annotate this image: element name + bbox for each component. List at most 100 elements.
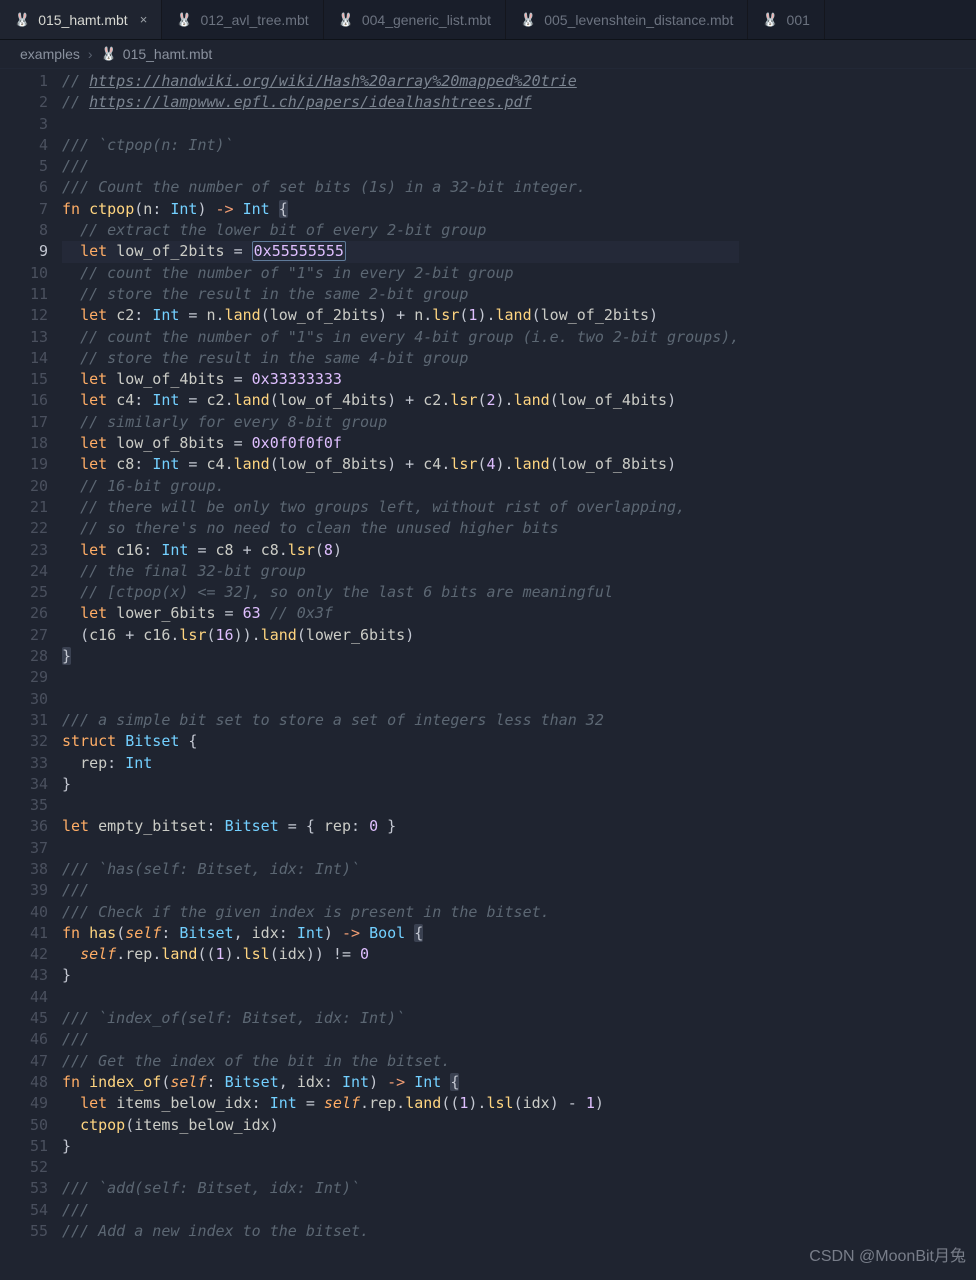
line-number: 8 (14, 220, 48, 241)
code-line[interactable]: // store the result in the same 2-bit gr… (62, 284, 739, 305)
code-line[interactable] (62, 667, 739, 688)
code-line[interactable]: let c16: Int = c8 + c8.lsr(8) (62, 540, 739, 561)
code-line[interactable]: /// `ctpop(n: Int)` (62, 135, 739, 156)
code-line[interactable] (62, 838, 739, 859)
code-line[interactable]: // https://lampwww.epfl.ch/papers/idealh… (62, 92, 739, 113)
comment: /// Count the number of set bits (1s) in… (62, 178, 586, 196)
code-line[interactable]: } (62, 774, 739, 795)
code-line[interactable]: struct Bitset { (62, 731, 739, 752)
code-line[interactable]: // https://handwiki.org/wiki/Hash%20arra… (62, 71, 739, 92)
code-line[interactable]: /// Get the index of the bit in the bits… (62, 1051, 739, 1072)
line-number: 16 (14, 390, 48, 411)
comment: // count the number of "1"s in every 2-b… (80, 264, 513, 282)
close-icon[interactable]: × (140, 12, 148, 27)
code-line[interactable] (62, 1157, 739, 1178)
code-line[interactable]: // extract the lower bit of every 2-bit … (62, 220, 739, 241)
code-line[interactable]: fn ctpop(n: Int) -> Int { (62, 199, 739, 220)
line-number: 25 (14, 582, 48, 603)
code-line[interactable]: // there will be only two groups left, w… (62, 497, 739, 518)
line-number: 17 (14, 412, 48, 433)
code-line[interactable]: // similarly for every 8-bit group (62, 412, 739, 433)
comment: // store the result in the same 4-bit gr… (80, 349, 468, 367)
code-line[interactable] (62, 114, 739, 135)
line-number: 36 (14, 816, 48, 837)
line-number: 42 (14, 944, 48, 965)
line-number: 51 (14, 1136, 48, 1157)
code-line[interactable] (62, 795, 739, 816)
code-line[interactable]: let c8: Int = c4.land(low_of_8bits) + c4… (62, 454, 739, 475)
code-line[interactable]: /// (62, 1029, 739, 1050)
line-number: 31 (14, 710, 48, 731)
tab-015-hamt-mbt[interactable]: 🐰015_hamt.mbt× (0, 0, 162, 39)
tab-label: 015_hamt.mbt (38, 12, 128, 28)
code-line[interactable]: fn has(self: Bitset, idx: Int) -> Bool { (62, 923, 739, 944)
comment: /// Add a new index to the bitset. (62, 1222, 369, 1240)
comment: /// `has(self: Bitset, idx: Int)` (62, 860, 360, 878)
line-number: 1 (14, 71, 48, 92)
code-line[interactable]: self.rep.land((1).lsl(idx)) != 0 (62, 944, 739, 965)
line-number: 9 (14, 241, 48, 262)
code-line[interactable]: ctpop(items_below_idx) (62, 1115, 739, 1136)
code-line[interactable]: let lower_6bits = 63 // 0x3f (62, 603, 739, 624)
code-line[interactable]: // count the number of "1"s in every 4-b… (62, 327, 739, 348)
code-line[interactable]: let c4: Int = c2.land(low_of_4bits) + c2… (62, 390, 739, 411)
tab-005-levenshtein-distance-mbt[interactable]: 🐰005_levenshtein_distance.mbt (506, 0, 748, 39)
code-line[interactable]: /// (62, 1200, 739, 1221)
line-number: 39 (14, 880, 48, 901)
function-name: has (89, 924, 116, 942)
file-icon: 🐰 (762, 12, 778, 28)
code-line[interactable]: // the final 32-bit group (62, 561, 739, 582)
breadcrumb-folder[interactable]: examples (20, 46, 80, 62)
code-line[interactable]: let low_of_8bits = 0x0f0f0f0f (62, 433, 739, 454)
code-line[interactable]: /// Count the number of set bits (1s) in… (62, 177, 739, 198)
code-line[interactable]: /// a simple bit set to store a set of i… (62, 710, 739, 731)
line-number: 11 (14, 284, 48, 305)
tab-012-avl-tree-mbt[interactable]: 🐰012_avl_tree.mbt (162, 0, 323, 39)
code-line[interactable]: /// (62, 880, 739, 901)
line-number: 19 (14, 454, 48, 475)
code-line[interactable]: // 16-bit group. (62, 476, 739, 497)
code-line[interactable]: } (62, 965, 739, 986)
line-number: 2 (14, 92, 48, 113)
code-line[interactable]: } (62, 1136, 739, 1157)
line-number: 46 (14, 1029, 48, 1050)
code-line[interactable]: let items_below_idx: Int = self.rep.land… (62, 1093, 739, 1114)
line-number: 40 (14, 902, 48, 923)
code-line[interactable]: // store the result in the same 4-bit gr… (62, 348, 739, 369)
comment: /// `add(self: Bitset, idx: Int)` (62, 1179, 360, 1197)
code-line[interactable]: fn index_of(self: Bitset, idx: Int) -> I… (62, 1072, 739, 1093)
comment: // [ctpop(x) <= 32], so only the last 6 … (80, 583, 613, 601)
code-line[interactable]: // so there's no need to clean the unuse… (62, 518, 739, 539)
code-line[interactable]: // count the number of "1"s in every 2-b… (62, 263, 739, 284)
code-line[interactable] (62, 689, 739, 710)
code-line[interactable]: let empty_bitset: Bitset = { rep: 0 } (62, 816, 739, 837)
code-line[interactable] (62, 987, 739, 1008)
link[interactable]: https://handwiki.org/wiki/Hash%20array%2… (89, 72, 577, 90)
code-line[interactable]: let c2: Int = n.land(low_of_2bits) + n.l… (62, 305, 739, 326)
code-line[interactable]: /// `index_of(self: Bitset, idx: Int)` (62, 1008, 739, 1029)
line-number: 43 (14, 965, 48, 986)
line-number: 24 (14, 561, 48, 582)
line-number: 34 (14, 774, 48, 795)
code-line[interactable]: let low_of_2bits = 0x55555555 (62, 241, 739, 262)
code-line[interactable]: /// Add a new index to the bitset. (62, 1221, 739, 1242)
code-line[interactable]: rep: Int (62, 753, 739, 774)
link[interactable]: https://lampwww.epfl.ch/papers/idealhash… (89, 93, 532, 111)
code-line[interactable]: /// `add(self: Bitset, idx: Int)` (62, 1178, 739, 1199)
code-line[interactable]: /// `has(self: Bitset, idx: Int)` (62, 859, 739, 880)
tab-004-generic-list-mbt[interactable]: 🐰004_generic_list.mbt (324, 0, 506, 39)
code-line[interactable]: (c16 + c16.lsr(16)).land(lower_6bits) (62, 625, 739, 646)
breadcrumb-file[interactable]: 🐰 015_hamt.mbt (101, 46, 213, 62)
code-line[interactable]: /// Check if the given index is present … (62, 902, 739, 923)
tab-001[interactable]: 🐰001 (748, 0, 825, 39)
line-number: 50 (14, 1115, 48, 1136)
code-line[interactable]: /// (62, 156, 739, 177)
code-line[interactable]: } (62, 646, 739, 667)
code-line[interactable]: let low_of_4bits = 0x33333333 (62, 369, 739, 390)
code-area[interactable]: // https://handwiki.org/wiki/Hash%20arra… (62, 69, 739, 1242)
code-editor[interactable]: 1234567891011121314151617181920212223242… (0, 69, 976, 1242)
line-number: 20 (14, 476, 48, 497)
line-number: 45 (14, 1008, 48, 1029)
line-number: 52 (14, 1157, 48, 1178)
code-line[interactable]: // [ctpop(x) <= 32], so only the last 6 … (62, 582, 739, 603)
